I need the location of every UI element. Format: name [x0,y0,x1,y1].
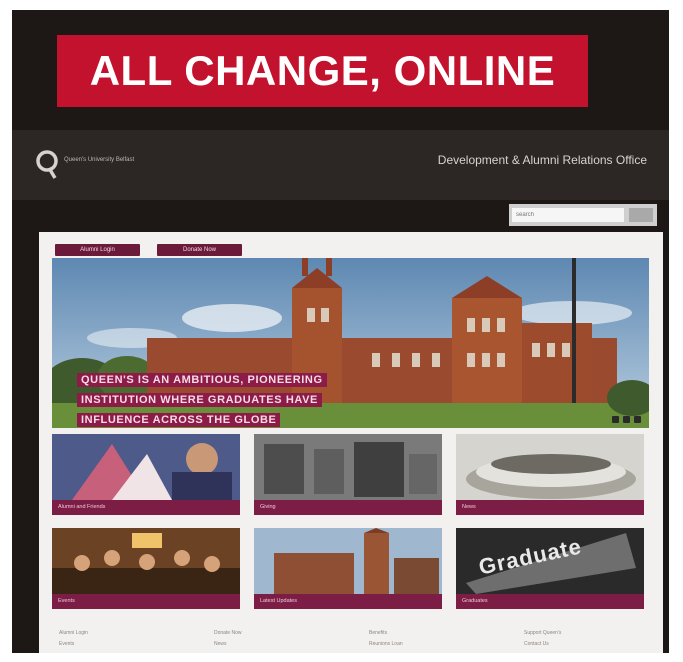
slider-controls [612,416,641,423]
footer-link[interactable]: Alumni Login [59,630,88,636]
footer-link[interactable]: Donate Now [214,630,242,636]
tile-label: Events [52,594,240,609]
tile-label: Giving [254,500,442,515]
tile-label: Graduates [456,594,644,609]
hero-caption-line: INSTITUTION WHERE GRADUATES HAVE [77,393,322,407]
web-page: Alumni Login Donate Now QUEEN'S IS AN AM… [39,232,663,653]
tile-alumni-and-friends[interactable]: Alumni and Friends [52,434,240,515]
magazine-figure: ALL CHANGE, ONLINE Queen's University Be… [12,10,669,653]
university-crest-icon[interactable] [35,150,59,180]
hero-caption-line: QUEEN'S IS AN AMBITIOUS, PIONEERING [77,373,327,387]
tile-photo [456,434,644,500]
tile-label: Latest Updates [254,594,442,609]
tile-latest-updates[interactable]: Latest Updates [254,528,442,609]
tile-label: News [456,500,644,515]
tile-news[interactable]: News [456,434,644,515]
footer-link[interactable]: News [214,641,227,647]
office-title: Development & Alumni Relations Office [437,153,647,167]
tab-donate-now[interactable]: Donate Now [157,244,242,256]
hero-caption-line: INFLUENCE ACROSS THE GLOBE [77,413,281,427]
tab-alumni-login[interactable]: Alumni Login [55,244,140,256]
slider-dot[interactable] [634,416,641,423]
university-name: Queen's University Belfast [64,157,135,163]
footer-link[interactable]: Support Queen's [524,630,561,636]
tile-photo [254,434,442,500]
tile-photo [254,528,442,594]
search-box [509,204,657,226]
tile-photo [52,528,240,594]
slider-dot[interactable] [612,416,619,423]
slider-dot[interactable] [623,416,630,423]
footer-link[interactable]: Contact Us [524,641,549,647]
search-button[interactable] [629,208,653,222]
tile-photo [52,434,240,500]
hero-caption: QUEEN'S IS AN AMBITIOUS, PIONEERING INST… [77,370,397,428]
footer-link[interactable]: Benefits [369,630,387,636]
tile-giving[interactable]: Giving [254,434,442,515]
footer-link[interactable]: Reunions Loan [369,641,403,647]
article-headline-banner: ALL CHANGE, ONLINE [57,35,588,107]
article-headline: ALL CHANGE, ONLINE [89,47,556,94]
hero-banner[interactable]: QUEEN'S IS AN AMBITIOUS, PIONEERING INST… [52,258,649,428]
tile-label: Alumni and Friends [52,500,240,515]
search-input[interactable] [512,208,624,222]
tile-events[interactable]: Events [52,528,240,609]
tile-graduates[interactable]: Graduate Graduates [456,528,644,609]
footer-link[interactable]: Events [59,641,74,647]
